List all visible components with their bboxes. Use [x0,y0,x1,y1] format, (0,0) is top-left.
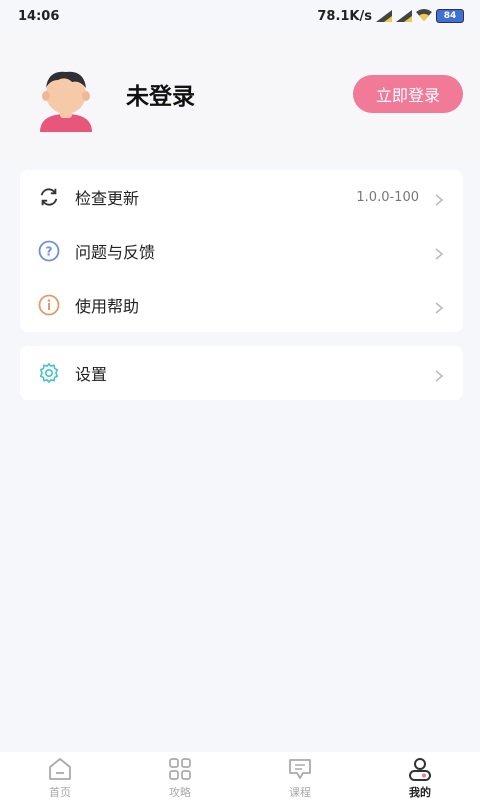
status-time: 14:06 [18,8,60,24]
refresh-icon [38,186,60,208]
menu-item-label: 问题与反馈 [75,243,156,262]
bottom-tab-bar: 首页 攻略 课程 我的 [0,752,480,800]
info-icon [38,294,60,316]
login-status-title: 未登录 [126,84,195,110]
grid-icon [167,756,193,782]
svg-text:?: ? [46,245,53,259]
menu-card-main: 检查更新 1.0.0-100 ? 问题与反馈 使用帮助 [20,170,463,332]
signal-icon [376,10,392,22]
menu-item-check-update[interactable]: 检查更新 1.0.0-100 [20,170,463,224]
question-icon: ? [38,240,60,262]
profile-header: 未登录 立即登录 [0,32,480,164]
avatar-icon[interactable] [36,68,96,132]
tab-courses[interactable]: 课程 [240,752,360,800]
chevron-right-icon [433,191,445,206]
tab-label: 我的 [409,786,431,799]
status-icons: 78.1K/s 84 [317,8,464,24]
app-version: 1.0.0-100 [356,189,419,205]
tab-label: 首页 [49,786,71,799]
wifi-icon [416,8,432,24]
battery-icon: 84 [436,9,464,23]
menu-item-label: 设置 [75,365,108,384]
tab-label: 攻略 [169,786,191,799]
network-speed: 78.1K/s [317,8,372,24]
login-button[interactable]: 立即登录 [353,75,463,113]
menu-item-feedback[interactable]: ? 问题与反馈 [20,224,463,278]
home-icon [47,756,73,782]
tab-mine[interactable]: 我的 [360,752,480,800]
chevron-right-icon [433,299,445,314]
menu-item-help[interactable]: 使用帮助 [20,278,463,332]
menu-card-settings: 设置 [20,346,463,400]
tab-home[interactable]: 首页 [0,752,120,800]
tab-label: 课程 [289,786,311,799]
menu-item-label: 检查更新 [75,189,140,208]
status-bar: 14:06 78.1K/s 84 [0,0,480,32]
menu-item-label: 使用帮助 [75,297,140,316]
gear-icon [38,362,60,384]
course-icon [287,756,313,782]
tab-guides[interactable]: 攻略 [120,752,240,800]
chevron-right-icon [433,245,445,260]
user-icon [407,756,433,782]
menu-item-settings[interactable]: 设置 [20,346,463,400]
signal-icon [396,10,412,22]
chevron-right-icon [433,367,445,382]
